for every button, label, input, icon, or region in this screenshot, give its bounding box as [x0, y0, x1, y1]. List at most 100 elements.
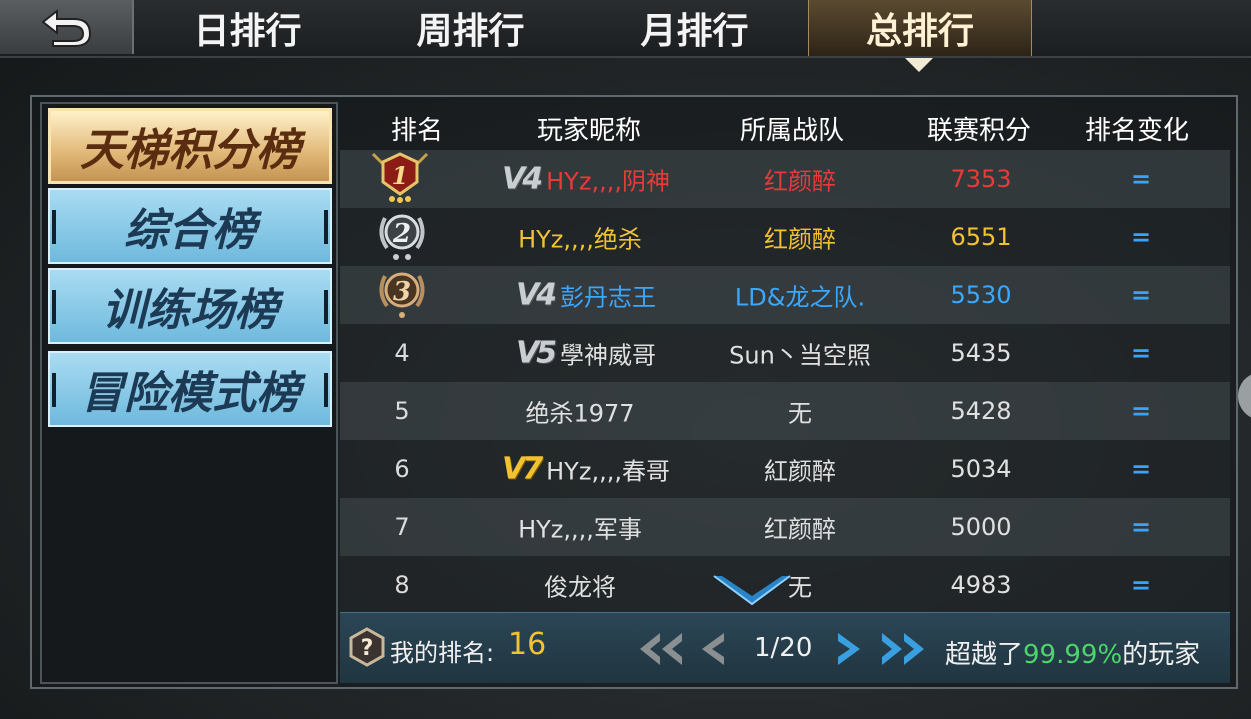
double-chevron-right-icon[interactable] [876, 629, 930, 669]
table-row[interactable]: 4 V5 學神威哥 Sun丶当空照 5435 = [340, 324, 1230, 382]
player-name-cell: 绝杀1977 [525, 394, 634, 429]
table-row[interactable]: 7 HYz,,,,军事 红颜醉 5000 = [340, 498, 1230, 556]
vip-badge: V5 [515, 335, 557, 371]
sidebar-item-adventure[interactable]: 冒险模式榜 [48, 351, 332, 427]
player-name-cell: V7 HYz,,,,春哥 [502, 452, 670, 487]
rank-number: 4 [394, 339, 410, 367]
score: 5428 [950, 397, 1012, 425]
header-player-name: 玩家昵称 [536, 116, 642, 146]
my-rank-label: 我的排名: [390, 639, 495, 667]
rank-change: = [1130, 513, 1152, 541]
vip-badge: V7 [502, 451, 543, 487]
table-row[interactable]: 3 V4 彭丹志王 LD&龙之队. 5530 = [340, 266, 1230, 324]
score: 4983 [950, 571, 1012, 599]
active-tab-indicator [905, 58, 933, 72]
svg-text:2: 2 [392, 219, 411, 249]
team-name: 红颜醉 [764, 225, 836, 254]
player-name: HYz,,,,绝杀 [518, 225, 642, 254]
rank-number: 8 [394, 571, 410, 599]
player-name-cell: HYz,,,,军事 [518, 510, 642, 545]
scroll-down-chevron-icon[interactable] [712, 570, 792, 610]
sidebar-item-label: 天梯积分榜 [80, 125, 300, 176]
team-name: 紅颜醉 [764, 457, 836, 486]
sidebar-item-label: 训练场榜 [102, 285, 278, 336]
team-name: 红颜醉 [764, 515, 836, 544]
player-name: 彭丹志王 [560, 283, 657, 312]
rank-change: = [1130, 397, 1152, 425]
rank-change: = [1130, 455, 1152, 483]
tab-daily[interactable]: 日排行 [135, 0, 360, 56]
side-drawer-handle[interactable] [1238, 372, 1251, 420]
chevron-left-icon[interactable] [696, 629, 730, 669]
table-row[interactable]: 2 HYz,,,,绝杀 红颜醉 6551 = [340, 208, 1230, 266]
vip-badge: V4 [502, 161, 543, 197]
rank-change: = [1130, 339, 1152, 367]
score: 5435 [950, 339, 1012, 367]
tab-monthly[interactable]: 月排行 [582, 0, 807, 56]
player-name-cell: V5 學神威哥 [516, 336, 656, 371]
double-chevron-left-icon[interactable] [634, 629, 688, 669]
sidebar-item-training[interactable]: 训练场榜 [48, 268, 332, 344]
leaderboard-table: 排名 玩家昵称 所属战队 联赛积分 排名变化 1 V4 HYz,,,,阴神 红颜… [340, 102, 1230, 614]
surpass-percent: 99.99% [1023, 640, 1123, 670]
player-name-cell: HYz,,,,绝杀 [518, 220, 642, 255]
player-name: HYz,,,,阴神 [546, 167, 670, 196]
category-sidebar: 天梯积分榜 综合榜 训练场榜 冒险模式榜 [40, 102, 338, 684]
rank-medal-gold-icon: 1 [369, 148, 431, 210]
team-name: 无 [788, 399, 812, 428]
sidebar-item-ladder[interactable]: 天梯积分榜 [48, 108, 332, 184]
team-name: Sun丶当空照 [729, 341, 871, 370]
rank-number: 5 [394, 397, 410, 425]
tab-total[interactable]: 总排行 [808, 0, 1032, 56]
top-bar: 日排行 周排行 月排行 总排行 [0, 0, 1251, 58]
back-button[interactable] [0, 0, 134, 54]
table-row[interactable]: 6 V7 HYz,,,,春哥 紅颜醉 5034 = [340, 440, 1230, 498]
rank-change: = [1130, 223, 1152, 251]
score: 5000 [950, 513, 1012, 541]
header-rank: 排名 [390, 116, 444, 146]
player-name-cell: V4 彭丹志王 [516, 278, 656, 313]
table-row[interactable]: 1 V4 HYz,,,,阴神 红颜醉 7353 = [340, 150, 1230, 208]
page-indicator: 1/20 [754, 633, 813, 663]
rank-change: = [1130, 165, 1152, 193]
question-icon[interactable]: ? [348, 627, 386, 667]
svg-text:?: ? [361, 636, 374, 661]
player-name: 绝杀1977 [525, 399, 635, 428]
rank-change: = [1130, 281, 1152, 309]
score: 5034 [950, 455, 1012, 483]
svg-text:3: 3 [393, 277, 411, 307]
sidebar-item-label: 冒险模式榜 [80, 368, 300, 419]
my-rank-value: 16 [508, 627, 547, 662]
leaderboard-footer: ? 我的排名: 16 1/20 超越了99.99%的玩家 [340, 612, 1230, 683]
svg-text:1: 1 [392, 161, 409, 190]
score: 5530 [950, 281, 1012, 309]
header-score: 联赛积分 [926, 116, 1032, 146]
header-rank-change: 排名变化 [1084, 116, 1190, 146]
table-row[interactable]: 5 绝杀1977 无 5428 = [340, 382, 1230, 440]
rank-change: = [1130, 571, 1152, 599]
player-name: HYz,,,,春哥 [546, 457, 670, 486]
surpass-text: 超越了99.99%的玩家 [945, 634, 1200, 671]
rank-medal-bronze-icon: 3 [373, 264, 431, 326]
player-name-cell: 俊龙将 [544, 568, 616, 603]
score: 6551 [950, 223, 1012, 251]
tab-weekly[interactable]: 周排行 [358, 0, 583, 56]
player-name: HYz,,,,军事 [518, 515, 642, 544]
chevron-right-icon[interactable] [832, 629, 866, 669]
table-header: 排名 玩家昵称 所属战队 联赛积分 排名变化 [340, 102, 1230, 150]
score: 7353 [950, 165, 1012, 193]
rank-medal-silver-icon: 2 [373, 206, 431, 268]
sidebar-item-label: 综合榜 [124, 205, 256, 256]
team-name: LD&龙之队. [734, 283, 866, 312]
player-name-cell: V4 HYz,,,,阴神 [502, 162, 670, 197]
team-name: 红颜醉 [764, 167, 836, 196]
back-arrow-icon [41, 8, 92, 47]
rank-number: 6 [394, 455, 410, 483]
header-team: 所属战队 [739, 116, 845, 146]
player-name: 學神威哥 [560, 341, 657, 370]
vip-badge: V4 [515, 277, 557, 313]
sidebar-item-overall[interactable]: 综合榜 [48, 188, 332, 264]
surpass-prefix: 超越了 [945, 640, 1024, 670]
rank-number: 7 [394, 513, 410, 541]
player-name: 俊龙将 [544, 573, 616, 602]
